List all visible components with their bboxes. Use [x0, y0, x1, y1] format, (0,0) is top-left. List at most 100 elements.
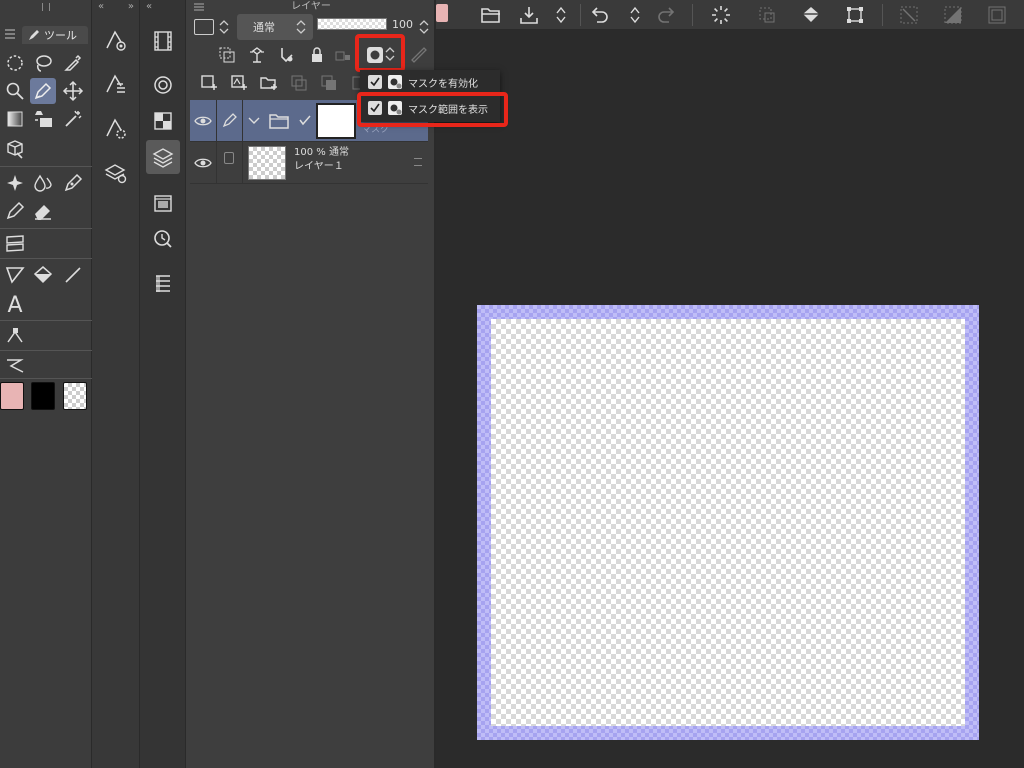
menu-icon[interactable]	[4, 28, 16, 40]
layer-drag-handle-icon[interactable]	[414, 158, 422, 166]
line-tool-icon[interactable]	[60, 262, 86, 288]
opacity-value[interactable]: 100	[392, 16, 422, 34]
lasso-tool-icon[interactable]	[30, 50, 56, 76]
fill-bucket-icon[interactable]	[798, 3, 824, 27]
navigator-icon[interactable]	[146, 222, 180, 256]
sub-color-swatch[interactable]	[31, 382, 55, 410]
visibility-eye-icon[interactable]	[194, 112, 212, 130]
layer-panel-icon[interactable]	[146, 140, 180, 174]
layer-row-layer1[interactable]: 100 % 通常 レイヤー１	[190, 142, 428, 184]
transparent-color-swatch[interactable]	[63, 382, 87, 410]
layer-panel-title: レイヤー	[291, 1, 331, 12]
mask-thumbnail[interactable]	[316, 103, 356, 139]
lock-transparent-icon[interactable]	[332, 44, 354, 66]
layer-thumbnail	[248, 146, 286, 180]
panel-grip[interactable]	[0, 0, 92, 14]
collapse-arrows[interactable]: «	[98, 0, 104, 14]
correct-line-tool-icon[interactable]	[2, 352, 28, 378]
layer-opacity-blend: 100 % 通常	[294, 147, 349, 158]
ruler-icon[interactable]	[408, 44, 430, 66]
collapse-arrows-2[interactable]: «	[146, 0, 152, 14]
pencil-tool-icon[interactable]	[2, 198, 28, 224]
transform-icon[interactable]	[842, 3, 868, 27]
opacity-updown-icon[interactable]	[419, 18, 429, 36]
zoom-tool-icon[interactable]	[2, 78, 28, 104]
material-icon[interactable]	[146, 186, 180, 220]
auto-select-tool-icon[interactable]	[60, 106, 86, 132]
canvas-transparent-area[interactable]	[491, 319, 965, 726]
open-folder-icon[interactable]	[478, 3, 504, 27]
text-tool-icon[interactable]: A	[2, 292, 28, 318]
check-icon	[368, 75, 382, 89]
animation-timeline-icon[interactable]	[146, 24, 180, 58]
clear-selection-icon[interactable]	[896, 3, 922, 27]
undo-updown-icon[interactable]	[622, 3, 648, 27]
menu-item-enable-mask[interactable]: マスクを有効化	[360, 70, 500, 94]
sub-column-header: « »	[92, 0, 140, 14]
new-raster-layer-icon[interactable]	[198, 72, 220, 94]
edit-target-box[interactable]	[224, 152, 234, 164]
layer-mask-icon[interactable]	[364, 44, 386, 66]
copy-layer-icon[interactable]	[288, 72, 310, 94]
blend-tool-icon[interactable]	[30, 170, 56, 196]
new-folder-icon[interactable]	[258, 72, 280, 94]
move-tool-icon[interactable]	[60, 78, 86, 104]
eraser-tool-icon[interactable]	[30, 198, 56, 224]
sparkle-tool-icon[interactable]	[2, 170, 28, 196]
invert-selection-icon[interactable]	[940, 3, 966, 27]
merge-layer-icon[interactable]	[318, 72, 340, 94]
pen-tool-icon[interactable]	[30, 78, 56, 104]
sub-tool-detail-icon[interactable]	[101, 114, 131, 144]
new-vector-layer-icon[interactable]	[228, 72, 250, 94]
selection-tool-icon[interactable]	[2, 50, 28, 76]
loading-icon[interactable]	[708, 3, 734, 27]
brush-icon	[29, 30, 39, 40]
3d-object-tool-icon[interactable]	[2, 136, 28, 162]
sub-view-icon[interactable]	[146, 266, 180, 300]
layer-color-square[interactable]	[194, 19, 214, 35]
fill-tool-icon[interactable]	[30, 106, 56, 132]
figure-tool-icon[interactable]	[2, 262, 28, 288]
save-icon[interactable]	[516, 3, 542, 27]
mask-dropdown-menu: マスクを有効化 マスク範囲を表示	[360, 70, 500, 122]
color-circle-icon[interactable]	[146, 68, 180, 102]
redo-icon[interactable]	[654, 3, 680, 27]
frame-border-tool-icon[interactable]	[2, 230, 28, 256]
app-root: ツール A « » « レイヤー 通常 100 マスク 100 % 通常 レイヤ…	[0, 0, 1024, 768]
lock-icon[interactable]	[306, 44, 328, 66]
blend-square-updown-icon[interactable]	[219, 18, 229, 36]
layer-property-icon[interactable]	[101, 158, 131, 188]
main-color-swatch[interactable]	[0, 382, 24, 410]
expand-arrows[interactable]: »	[128, 0, 134, 14]
g-pen-tool-icon[interactable]	[60, 170, 86, 196]
vector-tool-icon[interactable]	[2, 322, 28, 348]
menu-label-show-mask-area: マスク範囲を表示	[408, 104, 488, 116]
eyedropper-tool-icon[interactable]	[60, 50, 86, 76]
selection-transform-icon[interactable]	[754, 3, 780, 27]
mask-link-check-icon[interactable]	[298, 114, 312, 126]
opacity-slider[interactable]	[317, 18, 387, 30]
tool-tab[interactable]: ツール	[22, 26, 88, 44]
undo-icon[interactable]	[586, 3, 612, 27]
fill-bucket-tool-icon[interactable]	[30, 262, 56, 288]
blend-mode-updown-icon[interactable]	[296, 18, 306, 36]
reference-layer-icon[interactable]	[246, 44, 268, 66]
tool-tab-label: ツール	[44, 29, 77, 42]
canvas-frame-icon[interactable]	[984, 3, 1010, 27]
folder-expand-chevron-icon[interactable]	[248, 116, 260, 126]
tool-property-icon[interactable]	[101, 70, 131, 100]
clip-layer-icon[interactable]	[216, 44, 238, 66]
visibility-eye-icon[interactable]	[194, 154, 212, 172]
menu-label-enable-mask: マスクを有効化	[408, 78, 478, 90]
check-icon	[368, 101, 382, 115]
updown-icon[interactable]	[548, 3, 574, 27]
panel-icon-column: «	[140, 0, 186, 768]
draft-layer-icon[interactable]	[276, 44, 298, 66]
menu-item-show-mask-area[interactable]: マスク範囲を表示	[360, 96, 500, 120]
gradient-tool-icon[interactable]	[2, 106, 28, 132]
brush-size-icon[interactable]	[101, 26, 131, 56]
mask-menu-updown-icon[interactable]	[385, 45, 395, 63]
canvas-mask-area[interactable]	[477, 305, 979, 740]
edit-pencil-icon[interactable]	[222, 112, 238, 128]
color-set-icon[interactable]	[146, 104, 180, 138]
